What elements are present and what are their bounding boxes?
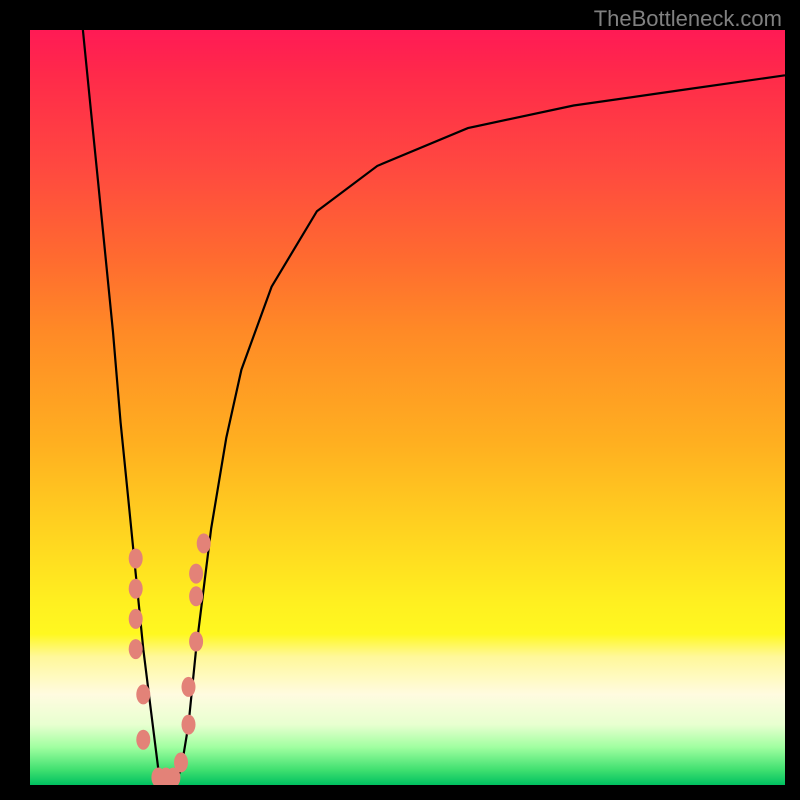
highlight-dot [189, 632, 203, 652]
highlight-dot [189, 586, 203, 606]
highlight-dot [182, 715, 196, 735]
chart-frame: TheBottleneck.com [0, 0, 800, 800]
attribution-text: TheBottleneck.com [594, 6, 782, 32]
highlight-dot [129, 579, 143, 599]
highlight-dot [136, 684, 150, 704]
highlight-dot [129, 549, 143, 569]
highlight-dots [30, 30, 785, 785]
highlight-dot [129, 639, 143, 659]
highlight-dot [136, 730, 150, 750]
highlight-dot [182, 677, 196, 697]
highlight-dot [174, 752, 188, 772]
highlight-dot [197, 533, 211, 553]
highlight-dot [189, 564, 203, 584]
highlight-dot [129, 609, 143, 629]
